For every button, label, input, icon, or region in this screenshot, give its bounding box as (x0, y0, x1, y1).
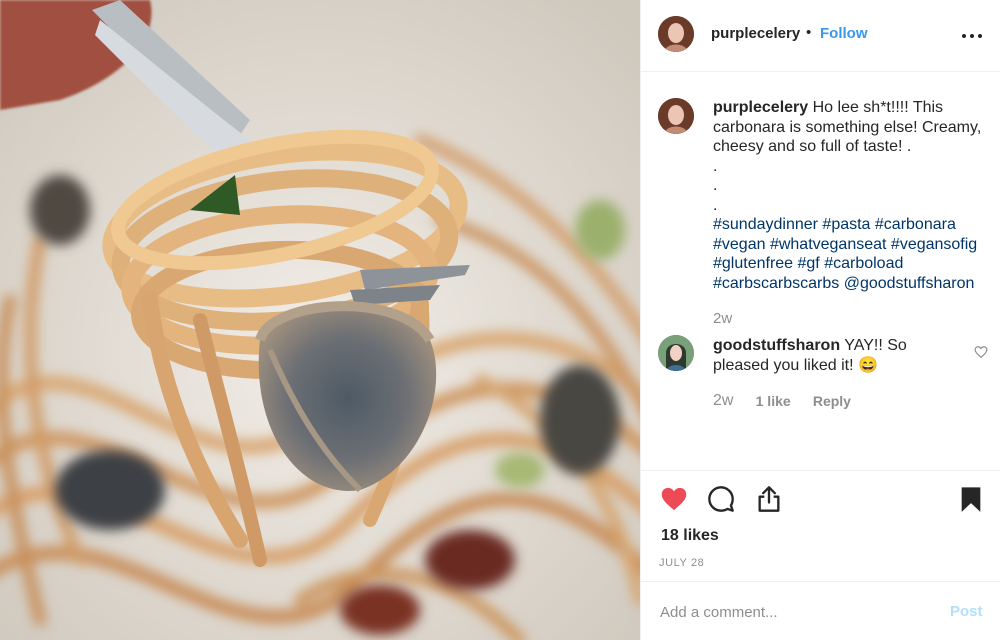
heart-filled-icon[interactable] (660, 485, 688, 513)
post-header: purplecelery • Follow (641, 0, 1000, 72)
share-upload-icon[interactable] (755, 485, 783, 513)
avatar[interactable] (658, 16, 694, 52)
caption-username[interactable]: purplecelery (713, 99, 808, 116)
reply-button[interactable]: Reply (813, 393, 851, 409)
more-options-icon[interactable] (961, 26, 985, 46)
bookmark-filled-icon[interactable] (957, 485, 985, 513)
comment-meta: 2w 1 like Reply (713, 392, 869, 410)
caption-hashtags[interactable]: #sundaydinner #pasta #carbonara #vegan #… (713, 215, 983, 293)
comment-timestamp[interactable]: 2w (713, 392, 733, 410)
comment-likes[interactable]: 1 like (756, 393, 791, 409)
avatar[interactable] (658, 335, 694, 371)
user-avatar-icon (658, 335, 694, 371)
user-avatar-icon (658, 16, 694, 52)
header-separator: • (806, 24, 812, 41)
likes-count[interactable]: 18 likes (661, 527, 719, 545)
comment-bubble-icon[interactable] (707, 485, 735, 513)
heart-outline-icon[interactable] (974, 345, 988, 359)
comments-area[interactable]: purplecelery Ho lee sh*t!!!! This carbon… (641, 72, 1000, 470)
post-photo[interactable] (0, 0, 640, 640)
add-comment-bar: Post (641, 581, 1000, 640)
post-date[interactable]: JULY 28 (659, 557, 704, 569)
avatar[interactable] (658, 98, 694, 134)
header-username[interactable]: purplecelery (711, 25, 800, 42)
caption-dot: . (713, 177, 718, 194)
post-comment-button[interactable]: Post (950, 603, 983, 620)
comment-username[interactable]: goodstuffsharon (713, 337, 840, 354)
post-side-panel: purplecelery • Follow purplecelery Ho le… (640, 0, 1000, 640)
user-avatar-icon (658, 98, 694, 134)
comment-body: goodstuffsharon YAY!! So pleased you lik… (713, 336, 963, 375)
follow-button[interactable]: Follow (820, 25, 868, 42)
caption-dot: . (713, 157, 718, 175)
pasta-photo (0, 0, 640, 640)
caption-timestamp[interactable]: 2w (713, 310, 732, 327)
post-actions: 18 likes JULY 28 (641, 470, 1000, 580)
comment-input[interactable] (660, 602, 920, 622)
caption-body: purplecelery Ho lee sh*t!!!! This carbon… (713, 98, 983, 293)
caption-dot: . (713, 196, 718, 214)
